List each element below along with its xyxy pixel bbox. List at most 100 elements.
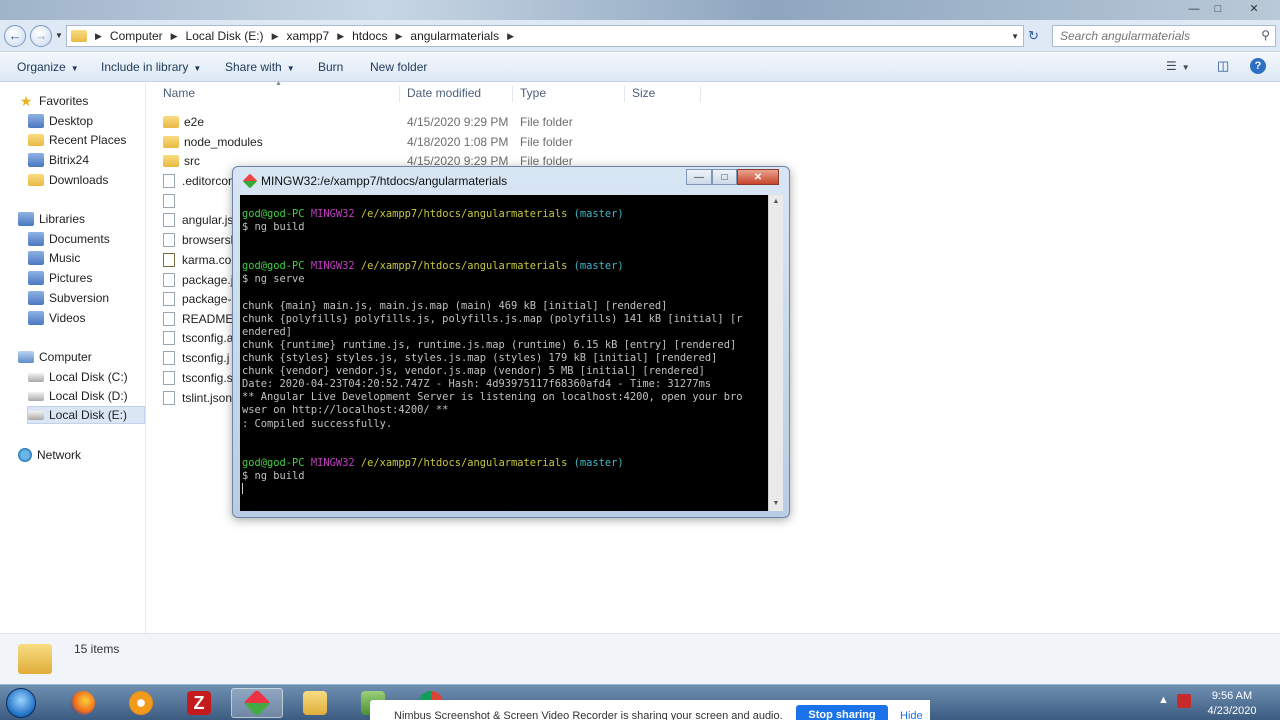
forward-button[interactable]: →: [30, 25, 52, 47]
tray-expand-icon[interactable]: ▲: [1158, 694, 1169, 706]
output-line: ** Angular Live Development Server is li…: [242, 391, 743, 404]
preview-pane-icon[interactable]: ◫: [1217, 58, 1229, 74]
taskbar-git-bash[interactable]: [231, 688, 283, 718]
burn-button[interactable]: Burn: [318, 60, 343, 74]
nav-libraries[interactable]: Libraries: [18, 210, 85, 228]
column-divider[interactable]: [700, 86, 701, 102]
scroll-up-icon[interactable]: ▲: [769, 195, 783, 209]
column-divider[interactable]: [624, 86, 625, 102]
stop-sharing-button[interactable]: Stop sharing: [796, 705, 888, 720]
breadcrumb-xampp7[interactable]: xampp7 ▶: [282, 29, 348, 43]
share-with-menu[interactable]: Share with ▼: [225, 60, 295, 74]
close-button[interactable]: ✕: [1243, 1, 1265, 17]
search-box[interactable]: ⚲: [1052, 25, 1276, 47]
nav-subversion[interactable]: Subversion: [28, 289, 109, 307]
script-file-icon: [163, 252, 175, 267]
file-icon: [163, 272, 175, 287]
back-button[interactable]: ←: [4, 25, 26, 47]
search-input[interactable]: [1060, 29, 1250, 43]
nav-recent-places[interactable]: Recent Places: [28, 131, 126, 149]
column-header-date[interactable]: Date modified: [407, 86, 481, 100]
terminal-window[interactable]: MINGW32:/e/xampp7/htdocs/angularmaterial…: [232, 166, 790, 518]
breadcrumb-computer[interactable]: Computer ▶: [106, 29, 182, 43]
nav-local-disk-e[interactable]: Local Disk (E:): [27, 406, 145, 424]
nav-favorites[interactable]: ★ Favorites: [18, 92, 89, 110]
nav-computer[interactable]: Computer: [18, 348, 92, 366]
column-header-size[interactable]: Size: [632, 86, 655, 100]
taskbar-filezilla[interactable]: Z: [173, 688, 225, 718]
address-bar[interactable]: ▶ Computer ▶ Local Disk (E:) ▶ xampp7 ▶ htd…: [66, 25, 1024, 47]
network-icon: [18, 448, 32, 462]
organize-label: Organize: [17, 60, 66, 74]
terminal-minimize-button[interactable]: —: [686, 169, 712, 185]
new-folder-button[interactable]: New folder: [370, 60, 427, 74]
start-button[interactable]: [6, 688, 36, 718]
terminal-output[interactable]: god@god-PC MINGW32 /e/xampp7/htdocs/angu…: [240, 195, 768, 511]
terminal-scrollbar[interactable]: ▲ ▼: [768, 195, 783, 511]
bitrix24-icon: [28, 153, 44, 167]
folder-icon: [303, 691, 327, 715]
filezilla-icon: Z: [187, 691, 211, 715]
nav-label: Downloads: [49, 173, 109, 187]
nav-network[interactable]: Network: [18, 446, 81, 464]
column-header-name[interactable]: Name: [163, 86, 195, 100]
command-bar: Organize ▼ Include in library ▼ Share with…: [0, 53, 1280, 82]
breadcrumb-sep[interactable]: ▶: [89, 31, 106, 42]
file-row[interactable]: node_modules: [163, 132, 393, 151]
tray-app-icon[interactable]: [1177, 694, 1191, 708]
recent-pages-chevron-icon[interactable]: ▼: [55, 31, 63, 40]
hide-banner-link[interactable]: Hide: [900, 710, 923, 720]
column-divider[interactable]: [512, 86, 513, 102]
taskbar-explorer[interactable]: [289, 688, 341, 718]
terminal-maximize-button[interactable]: □: [712, 169, 737, 185]
file-name: tsconfig.a: [182, 330, 234, 345]
file-name: tslint.json: [182, 390, 233, 405]
terminal-close-button[interactable]: ✕: [737, 169, 779, 185]
view-options-icon[interactable]: ☰ ▼: [1166, 59, 1190, 73]
file-icon: [163, 311, 175, 326]
nav-bitrix24[interactable]: Bitrix24: [28, 151, 89, 169]
output-line: wser on http://localhost:4200/ **: [242, 404, 449, 417]
nav-label: Local Disk (D:): [49, 389, 128, 403]
organize-menu[interactable]: Organize ▼: [17, 60, 79, 74]
drive-icon: [28, 372, 44, 382]
maximize-button[interactable]: □: [1207, 1, 1229, 17]
breadcrumb-label: Computer: [109, 29, 163, 43]
nav-local-disk-d[interactable]: Local Disk (D:): [28, 387, 128, 405]
output-line: endered]: [242, 325, 293, 338]
nav-downloads[interactable]: Downloads: [28, 171, 108, 189]
nav-local-disk-c[interactable]: Local Disk (C:): [28, 368, 128, 386]
nav-desktop[interactable]: Desktop: [28, 112, 93, 130]
search-icon[interactable]: ⚲: [1261, 28, 1270, 42]
text-cursor: [242, 483, 243, 495]
nav-label: Computer: [39, 350, 92, 364]
taskbar-firefox[interactable]: [57, 688, 109, 718]
firefox-icon: [71, 691, 95, 715]
nav-music[interactable]: Music: [28, 249, 80, 267]
refresh-icon[interactable]: ↻: [1028, 28, 1039, 44]
nav-videos[interactable]: Videos: [28, 309, 85, 327]
breadcrumb-local-disk-e[interactable]: Local Disk (E:) ▶: [182, 29, 283, 43]
clock[interactable]: 9:56 AM 4/23/2020: [1200, 689, 1264, 719]
column-divider[interactable]: [399, 86, 400, 102]
status-bar: 15 items: [0, 633, 1280, 684]
file-icon: [163, 350, 175, 365]
column-header-type[interactable]: Type: [520, 86, 546, 100]
taskbar-gear-app[interactable]: [115, 688, 167, 718]
nav-pictures[interactable]: Pictures: [28, 269, 92, 287]
nav-label: Music: [49, 251, 81, 265]
file-row[interactable]: e2e: [163, 112, 393, 131]
nav-documents[interactable]: Documents: [28, 230, 110, 248]
nav-label: Network: [37, 448, 82, 462]
help-icon[interactable]: ?: [1250, 58, 1266, 74]
minimize-button[interactable]: —: [1183, 1, 1205, 17]
scroll-down-icon[interactable]: ▼: [769, 497, 783, 511]
downloads-icon: [28, 174, 44, 186]
file-name: .editorcon: [182, 173, 235, 188]
address-dropdown-icon[interactable]: ▼: [1011, 32, 1019, 41]
include-in-library-menu[interactable]: Include in library ▼: [101, 60, 201, 74]
input-line[interactable]: [242, 483, 768, 496]
breadcrumb-htdocs[interactable]: htdocs ▶: [348, 29, 406, 43]
breadcrumb-angularmaterials[interactable]: angularmaterials ▶: [406, 29, 518, 43]
